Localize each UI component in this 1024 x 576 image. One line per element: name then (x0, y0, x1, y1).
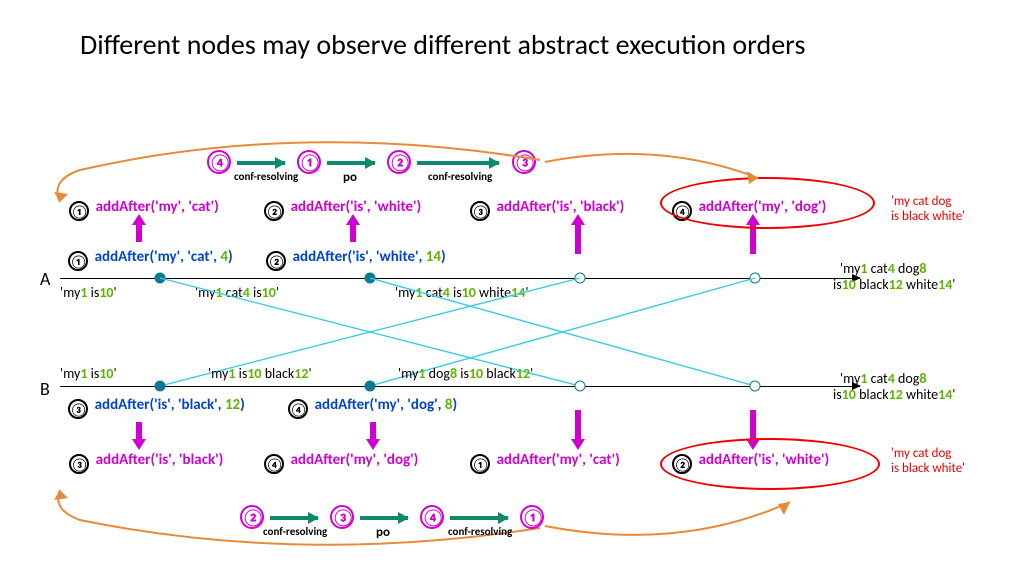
bot-call-1: ① addAfter('my', 'cat') (470, 450, 620, 474)
dn4 (750, 410, 756, 440)
arrow-bot-23 (270, 516, 318, 520)
top-call-3: ③ addAfter('is', 'black') (470, 197, 624, 221)
A-dot4 (750, 273, 761, 284)
B-dot3 (575, 381, 586, 392)
dn2 (370, 422, 376, 440)
dn1 (136, 422, 142, 440)
edge-po-bot: po (376, 525, 390, 540)
B-dot1 (155, 381, 166, 392)
edge-conf-1: conf-resolving (234, 170, 298, 183)
B-s0: 'my1 is10' (60, 365, 117, 382)
A-dot3 (575, 273, 586, 284)
order-top-4: ④ (207, 150, 231, 174)
order-bot-4: ④ (420, 505, 444, 529)
order-top-3: ③ (512, 150, 536, 174)
red-ellipse-bot (660, 438, 880, 490)
edge-conf-2: conf-resolving (428, 170, 492, 183)
order-top-2: ② (387, 150, 411, 174)
B-dot4 (750, 381, 761, 392)
bot-call-4: ④ addAfter('my', 'dog') (264, 450, 418, 474)
row-A-label: A (40, 268, 50, 290)
edge-po-top: po (343, 170, 357, 185)
A-dot2 (365, 273, 376, 284)
B-op4: ④ addAfter('my', 'dog', 8) (288, 395, 457, 419)
A-s1: 'my1 cat4 is10' (195, 284, 279, 301)
page-title: Different nodes may observe different ab… (80, 28, 880, 62)
A-send2: is10 black12 white14' (833, 276, 955, 293)
B-axis (60, 386, 860, 387)
order-bot-3: ③ (330, 505, 354, 529)
arrow-top-41 (237, 161, 285, 165)
order-bot-1: ① (520, 505, 544, 529)
A-dot1 (155, 273, 166, 284)
result-bot: 'my cat dog is black white' (891, 447, 965, 477)
red-ellipse-top (660, 177, 875, 229)
edge-conf-b1: conf-resolving (263, 525, 327, 538)
order-bot-2: ② (240, 505, 264, 529)
A-axis (60, 278, 860, 279)
B-dot2 (365, 381, 376, 392)
A-send1: 'my1 cat4 dog8 (840, 260, 926, 277)
bot-call-3: ③ addAfter('is', 'black') (69, 450, 223, 474)
B-op3: ③ addAfter('is', 'black', 12) (68, 395, 245, 419)
B-s1: 'my1 is10 black12' (208, 365, 312, 382)
A-op2: ② addAfter('is', 'white', 14) (266, 247, 446, 271)
up2 (350, 224, 356, 242)
order-top-1: ① (297, 150, 321, 174)
edge-conf-b2: conf-resolving (448, 525, 512, 538)
row-B-label: B (40, 378, 50, 400)
arrow-top-12 (327, 161, 375, 165)
B-s2: 'my1 dog8 is10 black12' (398, 365, 533, 382)
result-top: 'my cat dog is black white' (891, 195, 965, 225)
arrow-bot-41 (450, 516, 508, 520)
up3 (575, 224, 581, 254)
A-s0: 'my1 is10' (60, 284, 117, 301)
A-s2: 'my1 cat4 is10 white14' (395, 284, 528, 301)
dn3 (575, 410, 581, 440)
arrow-top-23 (417, 161, 499, 165)
top-call-2: ② addAfter('is', 'white') (264, 197, 421, 221)
arrow-bot-34 (360, 516, 408, 520)
up1 (136, 224, 142, 242)
A-op1: ① addAfter('my', 'cat', 4) (68, 247, 233, 271)
